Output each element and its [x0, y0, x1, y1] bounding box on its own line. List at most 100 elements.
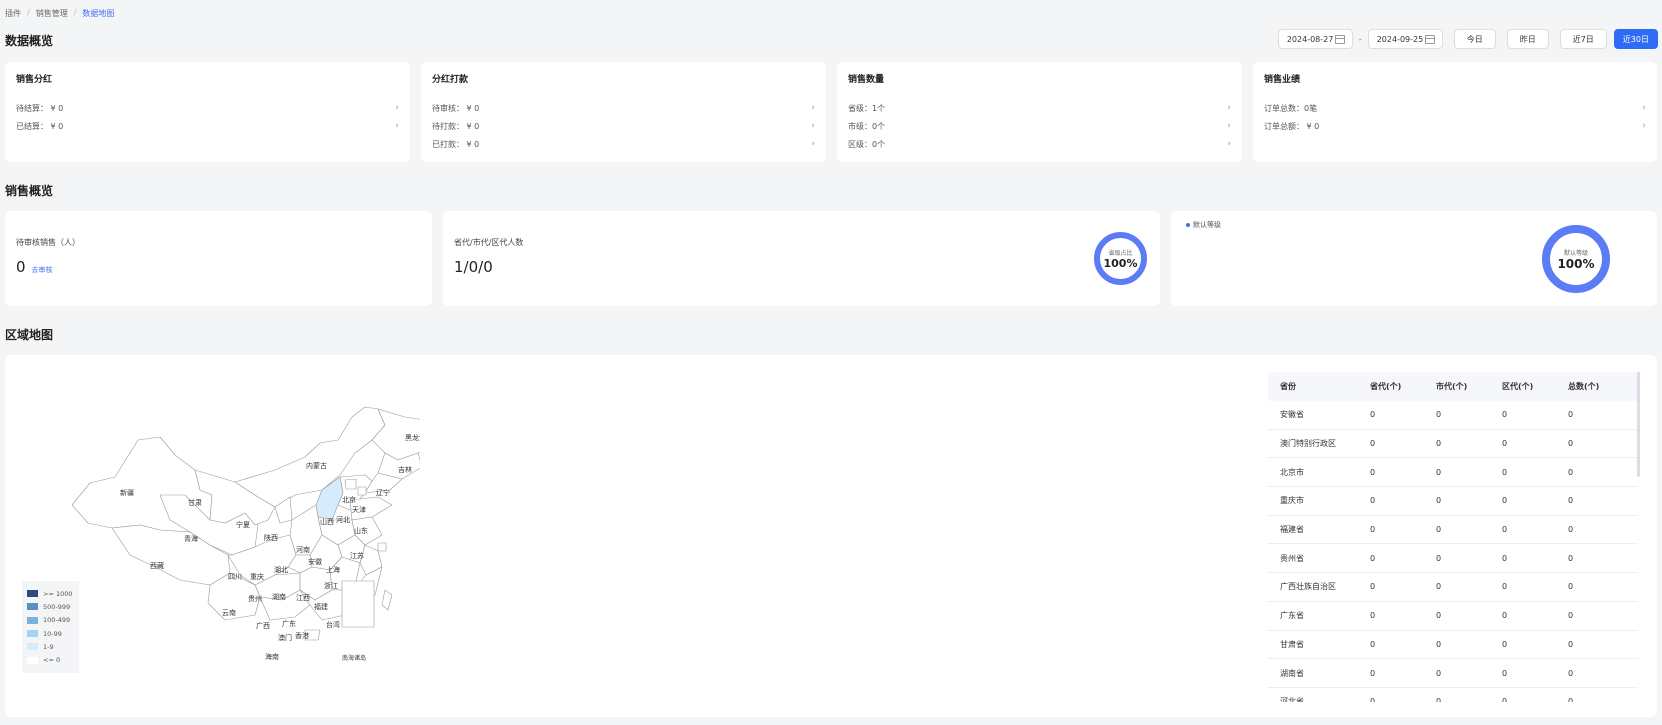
date-range-bar: 2024-08-27 - 2024-09-25 今日 昨日 近7日 近30日	[1277, 29, 1658, 49]
table-cell: 0	[1568, 439, 1574, 449]
table-cell: 甘肃省	[1280, 639, 1304, 649]
legend-item[interactable]: 500-999	[27, 600, 74, 613]
table-cell: 0	[1436, 467, 1442, 477]
column-header: 总数(个)	[1568, 382, 1600, 391]
table-row[interactable]: 北京市 0 0 0 0	[1268, 458, 1638, 488]
table-row[interactable]: 澳门特别行政区 0 0 0 0	[1268, 430, 1638, 459]
level-legend-label: 默认等级	[1193, 221, 1221, 229]
table-cell: 重庆市	[1280, 496, 1304, 506]
table-header: 省份 省代(个) 市代(个) 区代(个) 总数(个)	[1268, 372, 1638, 401]
province-table: 省份 省代(个) 市代(个) 区代(个) 总数(个) 安徽省 0 0 0 0 澳门特别行政…	[1268, 372, 1638, 702]
legend-swatch	[27, 656, 38, 664]
table-cell: 0	[1370, 496, 1376, 506]
card-title: 销售分红	[16, 75, 53, 85]
table-cell: 河北省	[1280, 697, 1304, 702]
table-cell: 0	[1502, 639, 1508, 649]
table-row[interactable]: 湖南省 0 0 0 0	[1268, 659, 1638, 688]
chevron-right-icon: ›	[1227, 103, 1231, 113]
table-cell: 北京市	[1280, 467, 1304, 477]
breadcrumb-separator: /	[73, 8, 77, 17]
region-label: 上海	[326, 565, 340, 574]
table-cell: 0	[1502, 668, 1508, 678]
legend-label: 10-99	[43, 629, 62, 638]
range-7days-button[interactable]: 近7日	[1559, 29, 1607, 49]
section-title-overview: 数据概览	[5, 34, 54, 48]
card-row[interactable]: 区级：0个 ›	[848, 139, 1231, 150]
level-ratio-ring: 默认等级 100%	[1542, 225, 1610, 293]
range-today-button[interactable]: 今日	[1453, 29, 1496, 49]
card-row-label: 订单总额： ¥ 0	[1264, 122, 1320, 131]
china-map[interactable]: 黑龙江 吉林 辽宁 内蒙古 北京 天津 河北 山西 山东 新疆 甘肃 宁夏 陕西…	[60, 395, 420, 670]
card-row[interactable]: 订单总额： ¥ 0 ›	[1264, 121, 1646, 132]
table-row[interactable]: 广东省 0 0 0 0	[1268, 602, 1638, 631]
legend-label: 500-999	[43, 602, 71, 611]
card-title: 销售数量	[848, 75, 885, 85]
table-cell: 澳门特别行政区	[1280, 439, 1336, 449]
legend-item[interactable]: >= 1000	[27, 587, 74, 600]
legend-item[interactable]: 10-99	[27, 627, 74, 640]
card-row[interactable]: 待审核： ¥ 0 ›	[432, 103, 815, 114]
table-cell: 0	[1370, 525, 1376, 535]
card-row[interactable]: 待结算： ¥ 0 ›	[16, 103, 399, 114]
card-dividend-payment: 分红打款 待审核： ¥ 0 › 待打款： ¥ 0 › 已打款： ¥ 0 ›	[421, 62, 826, 162]
table-cell: 0	[1370, 467, 1376, 477]
card-row[interactable]: 订单总数：0笔 ›	[1264, 103, 1646, 114]
section-title-sales: 销售概览	[5, 184, 54, 198]
table-cell: 0	[1436, 611, 1442, 621]
region-label: 台湾	[326, 620, 340, 629]
legend-item[interactable]: 100-499	[27, 614, 74, 627]
table-cell: 0	[1370, 611, 1376, 621]
table-cell: 广东省	[1280, 611, 1304, 621]
date-separator: -	[1358, 34, 1362, 44]
card-row-label: 市级：0个	[848, 122, 886, 131]
range-30days-button[interactable]: 近30日	[1613, 29, 1658, 49]
table-row[interactable]: 河北省 0 0 0 0	[1268, 688, 1638, 702]
calendar-icon	[1334, 34, 1345, 44]
start-date-picker[interactable]: 2024-08-27	[1277, 29, 1353, 49]
region-label: 湖北	[274, 565, 288, 574]
region-label: 山西	[320, 517, 334, 526]
end-date-value: 2024-09-25	[1376, 34, 1424, 44]
region-label: 浙江	[324, 581, 338, 590]
range-yesterday-button[interactable]: 昨日	[1506, 29, 1549, 49]
table-cell: 0	[1436, 697, 1442, 702]
chevron-right-icon: ›	[1642, 103, 1646, 113]
legend-item[interactable]: 1-9	[27, 640, 74, 653]
table-scrollbar[interactable]	[1637, 372, 1640, 477]
legend-swatch	[27, 603, 38, 611]
table-cell: 0	[1502, 439, 1508, 449]
review-link[interactable]: 去审核	[32, 266, 53, 274]
table-row[interactable]: 贵州省 0 0 0 0	[1268, 544, 1638, 574]
end-date-picker[interactable]: 2024-09-25	[1367, 29, 1443, 49]
card-row[interactable]: 已打款： ¥ 0 ›	[432, 139, 815, 150]
table-row[interactable]: 福建省 0 0 0 0	[1268, 516, 1638, 545]
region-label: 宁夏	[236, 520, 250, 529]
region-label: 甘肃	[188, 498, 202, 507]
region-label: 湖南	[272, 592, 286, 601]
region-label: 黑龙江	[405, 433, 420, 442]
region-label: 广东	[282, 619, 296, 628]
legend-item[interactable]: <= 0	[27, 653, 74, 666]
breadcrumb-item[interactable]: 插件	[5, 8, 21, 19]
table-row[interactable]: 广西壮族自治区 0 0 0 0	[1268, 573, 1638, 602]
ring-value: 100%	[1103, 256, 1138, 270]
region-label: 海南	[265, 652, 279, 661]
table-row[interactable]: 甘肃省 0 0 0 0	[1268, 631, 1638, 660]
region-label: 福建	[314, 602, 328, 611]
card-row[interactable]: 已结算： ¥ 0 ›	[16, 121, 399, 132]
card-row[interactable]: 待打款： ¥ 0 ›	[432, 121, 815, 132]
table-cell: 福建省	[1280, 525, 1304, 535]
table-row[interactable]: 安徽省 0 0 0 0	[1268, 401, 1638, 430]
region-label: 香港	[295, 631, 309, 640]
table-cell: 0	[1436, 496, 1442, 506]
ring-label: 默认等级	[1563, 249, 1588, 257]
column-header: 区代(个)	[1502, 382, 1534, 391]
card-row-label: 待审核： ¥ 0	[432, 104, 480, 113]
table-row[interactable]: 重庆市 0 0 0 0	[1268, 487, 1638, 516]
breadcrumb-item[interactable]: 销售管理	[36, 8, 68, 19]
table-body: 安徽省 0 0 0 0 澳门特别行政区 0 0 0 0 北京市 0 0 0 0 重庆市 0 0 0 0 福建省 0 0 0 0 贵…	[1268, 401, 1638, 702]
region-taiwan	[381, 589, 393, 611]
column-header: 省份	[1280, 382, 1296, 391]
card-row[interactable]: 省级：1个 ›	[848, 103, 1231, 114]
card-row[interactable]: 市级：0个 ›	[848, 121, 1231, 132]
